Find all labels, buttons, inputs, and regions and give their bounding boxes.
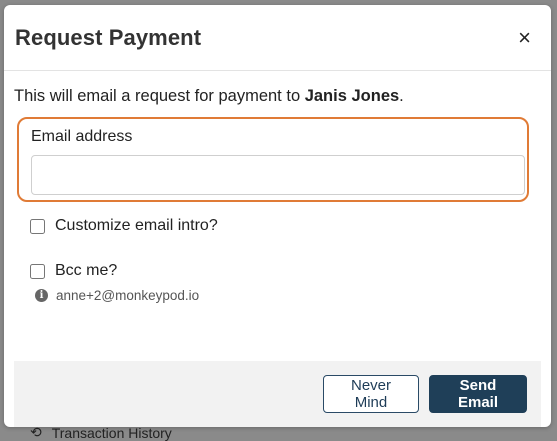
intro-text: This will email a request for payment to… xyxy=(14,87,404,106)
modal-header: Request Payment × xyxy=(4,5,551,71)
modal-footer: Never Mind Send Email xyxy=(14,361,541,427)
email-field[interactable] xyxy=(31,155,525,195)
customize-intro-option[interactable]: Customize email intro? xyxy=(30,217,218,235)
send-email-button[interactable]: Send Email xyxy=(429,375,527,413)
bcc-me-checkbox[interactable] xyxy=(30,263,45,279)
never-mind-button[interactable]: Never Mind xyxy=(323,375,419,413)
close-icon[interactable]: × xyxy=(518,26,531,49)
email-field-group: Email address xyxy=(17,117,529,202)
bcc-me-label: Bcc me? xyxy=(55,262,118,279)
recipient-name: Janis Jones xyxy=(304,87,400,105)
email-field-label: Email address xyxy=(31,128,133,145)
bcc-email: anne+2@monkeypod.io xyxy=(56,288,200,303)
customize-intro-checkbox[interactable] xyxy=(30,218,45,234)
modal-title: Request Payment xyxy=(15,24,202,50)
customize-intro-label: Customize email intro? xyxy=(55,217,218,234)
intro-suffix: . xyxy=(399,87,404,105)
request-payment-modal: Request Payment × This will email a requ… xyxy=(4,5,551,427)
intro-prefix: This will email a request for payment to xyxy=(14,87,305,105)
bcc-helper-text: i anne+2@monkeypod.io xyxy=(35,288,199,303)
bcc-me-option[interactable]: Bcc me? xyxy=(30,262,117,280)
info-icon: i xyxy=(35,289,48,302)
